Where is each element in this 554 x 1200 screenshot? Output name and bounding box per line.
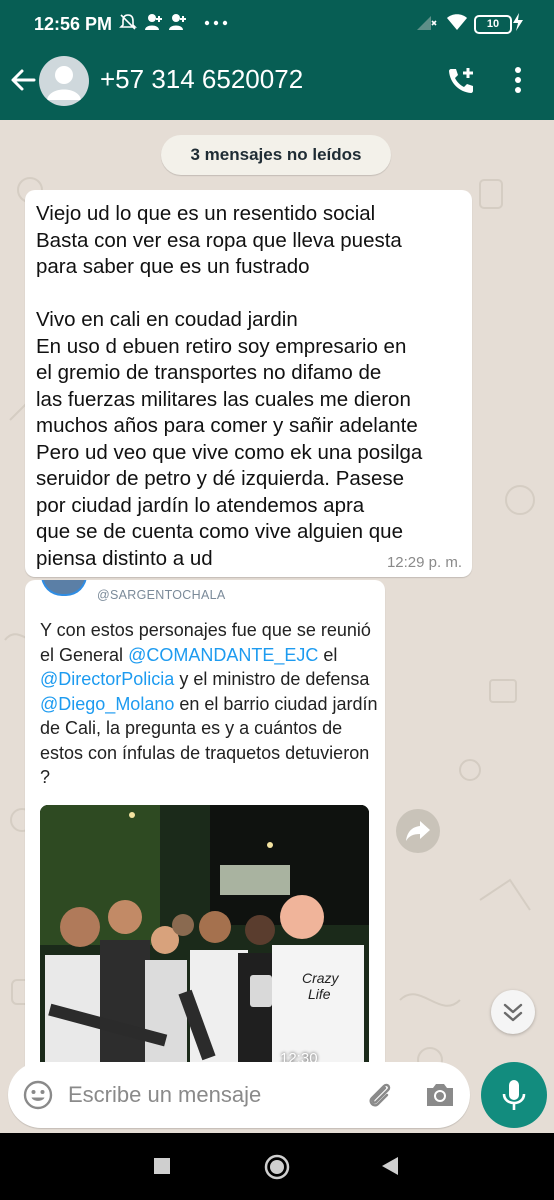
tweet-text-part: el bbox=[318, 644, 338, 665]
chat-header: +57 314 6520072 bbox=[0, 42, 554, 120]
contact-name[interactable]: +57 314 6520072 bbox=[100, 64, 303, 95]
message-input[interactable]: Escribe un mensaje bbox=[8, 1062, 470, 1128]
add-person-icon-2 bbox=[169, 14, 186, 30]
tweet-avatar bbox=[41, 580, 87, 596]
status-bar: 12:56 PM 10 bbox=[0, 0, 554, 42]
avatar[interactable] bbox=[39, 56, 89, 106]
message-input-placeholder[interactable]: Escribe un mensaje bbox=[68, 1082, 261, 1108]
status-time: 12:56 PM bbox=[34, 14, 113, 34]
incoming-image-message[interactable]: @SARGENTOCHALA Y con estos personajes fu… bbox=[25, 580, 385, 1068]
arrow-back-icon[interactable] bbox=[10, 67, 36, 93]
chat-area[interactable]: 3 mensajes no leídos Viejo ud lo que es … bbox=[0, 120, 554, 1068]
signal-icon bbox=[417, 16, 437, 30]
more-notifications-icon bbox=[204, 20, 228, 26]
notifications-off-icon bbox=[119, 14, 137, 30]
wifi-icon bbox=[447, 14, 467, 30]
home-icon[interactable] bbox=[263, 1153, 291, 1181]
chevron-double-down-icon bbox=[503, 1003, 523, 1022]
emoji-icon[interactable] bbox=[22, 1079, 54, 1111]
recents-icon[interactable] bbox=[153, 1157, 171, 1175]
paperclip-icon[interactable] bbox=[363, 1079, 395, 1111]
tweet-mention: @COMANDANTE_EJC bbox=[128, 644, 319, 665]
forward-button[interactable] bbox=[396, 809, 440, 853]
unread-messages-banner: 3 mensajes no leídos bbox=[161, 135, 391, 175]
message-text: Viejo ud lo que es un resentido social B… bbox=[36, 202, 423, 570]
forward-icon bbox=[406, 821, 430, 841]
more-vert-icon[interactable] bbox=[514, 66, 522, 94]
tweet-photo[interactable]: Crazy Life bbox=[40, 805, 369, 1068]
system-navigation-bar bbox=[0, 1133, 554, 1200]
microphone-icon bbox=[502, 1080, 526, 1110]
tweet-text-part: y el ministro de defensa bbox=[174, 669, 370, 689]
voice-message-button[interactable] bbox=[481, 1062, 547, 1128]
default-avatar-icon bbox=[47, 66, 81, 100]
scroll-to-bottom-button[interactable] bbox=[491, 990, 535, 1034]
tweet-handle: @SARGENTOCHALA bbox=[97, 588, 226, 602]
camera-icon[interactable] bbox=[423, 1079, 457, 1111]
group-photo-image: Crazy Life bbox=[40, 805, 369, 1068]
tweet-text: Y con estos personajes fue que se reunió… bbox=[40, 618, 380, 790]
tweet-mention: @Diego_Molano bbox=[40, 693, 175, 714]
add-call-icon[interactable] bbox=[446, 66, 478, 96]
battery-icon: 10 bbox=[474, 15, 512, 34]
add-person-icon bbox=[145, 14, 162, 30]
incoming-message[interactable]: Viejo ud lo que es un resentido social B… bbox=[25, 190, 472, 577]
back-nav-icon[interactable] bbox=[380, 1156, 400, 1176]
tweet-mention: @DirectorPolicia bbox=[40, 669, 175, 689]
battery-level: 10 bbox=[486, 18, 500, 30]
message-timestamp: 12:29 p. m. bbox=[386, 554, 462, 571]
charging-icon bbox=[513, 13, 523, 31]
